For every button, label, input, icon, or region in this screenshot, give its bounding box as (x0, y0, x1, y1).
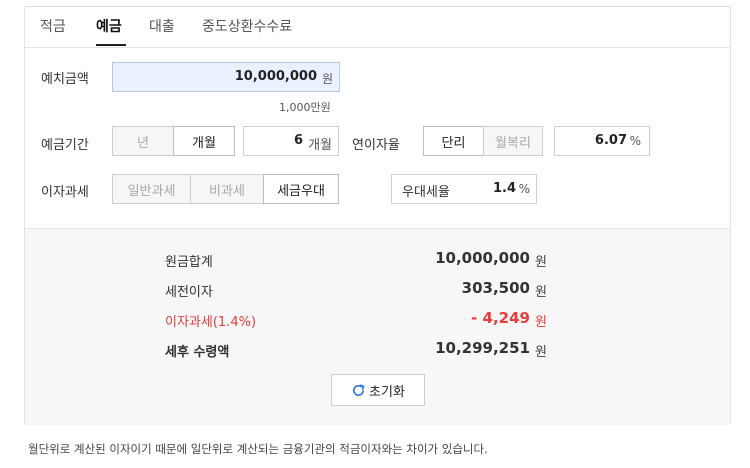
result-value-principal: 10,000,000 (435, 249, 530, 267)
result-label-tax: 이자과세(1.4%) (165, 315, 257, 330)
tax-exempt-button[interactable]: 비과세 (190, 174, 264, 204)
tax-general-button[interactable]: 일반과세 (112, 174, 191, 204)
rate-input[interactable]: 6.07 % (554, 126, 650, 156)
tab-deposit[interactable]: 예금 (96, 16, 122, 36)
rate-type-simple-button[interactable]: 단리 (423, 126, 484, 156)
amount-unit: 원 (321, 72, 333, 86)
tab-prepayment-fee[interactable]: 중도상환수수료 (202, 16, 292, 36)
calculator-panel: 적금 예금 대출 중도상환수수료 예치금액 10,000,000 원 1,000… (24, 6, 731, 425)
tax-label: 이자과세 (41, 185, 89, 200)
result-label-principal: 원금합계 (165, 255, 213, 270)
result-unit-aftertax: 원 (535, 345, 547, 360)
reset-label: 초기화 (369, 384, 405, 400)
result-value-aftertax: 10,299,251 (435, 339, 530, 357)
result-unit-tax: 원 (535, 315, 547, 330)
rate-type-compound-button[interactable]: 월복리 (483, 126, 543, 156)
reset-button[interactable]: 초기화 (331, 374, 425, 406)
period-unit-month-button[interactable]: 개월 (173, 126, 235, 156)
rate-label: 연이자율 (352, 138, 400, 153)
tax-preferential-button[interactable]: 세금우대 (263, 174, 339, 204)
tab-loan[interactable]: 대출 (149, 16, 175, 36)
period-unit-year-button[interactable]: 년 (112, 126, 174, 156)
result-section: 원금합계 10,000,000 원 세전이자 303,500 원 이자과세(1.… (25, 228, 730, 425)
period-value: 6 (293, 133, 303, 148)
refresh-icon (353, 383, 365, 396)
rate-unit: % (629, 134, 641, 148)
preferential-rate-unit: % (518, 182, 530, 196)
rate-value: 6.07 (594, 133, 627, 148)
tab-savings[interactable]: 적금 (40, 16, 66, 36)
preferential-rate-label: 우대세율 (402, 185, 450, 200)
result-value-pretax-interest: 303,500 (461, 279, 530, 297)
result-unit-pretax-interest: 원 (535, 285, 547, 300)
period-unit: 개월 (308, 138, 332, 153)
active-tab-indicator (96, 44, 126, 46)
amount-label: 예치금액 (41, 72, 89, 87)
period-input[interactable]: 6 개월 (243, 126, 339, 156)
preferential-rate-input[interactable]: 우대세율 1.4 % (391, 174, 537, 204)
result-unit-principal: 원 (535, 255, 547, 270)
result-label-pretax-interest: 세전이자 (165, 285, 213, 300)
result-label-aftertax: 세후 수령액 (165, 345, 230, 360)
disclaimer-note: 월단위로 계산된 이자이기 때문에 일단위로 계산되는 금융기관의 적금이자와는… (28, 442, 488, 456)
result-value-tax: - 4,249 (471, 309, 530, 327)
period-label: 예금기간 (41, 138, 89, 153)
amount-value: 10,000,000 (234, 69, 317, 84)
amount-hint: 1,000만원 (279, 101, 331, 114)
preferential-rate-value: 1.4 (492, 181, 516, 196)
amount-input[interactable]: 10,000,000 원 (112, 62, 340, 92)
calculator-tabs: 적금 예금 대출 중도상환수수료 (25, 7, 730, 48)
